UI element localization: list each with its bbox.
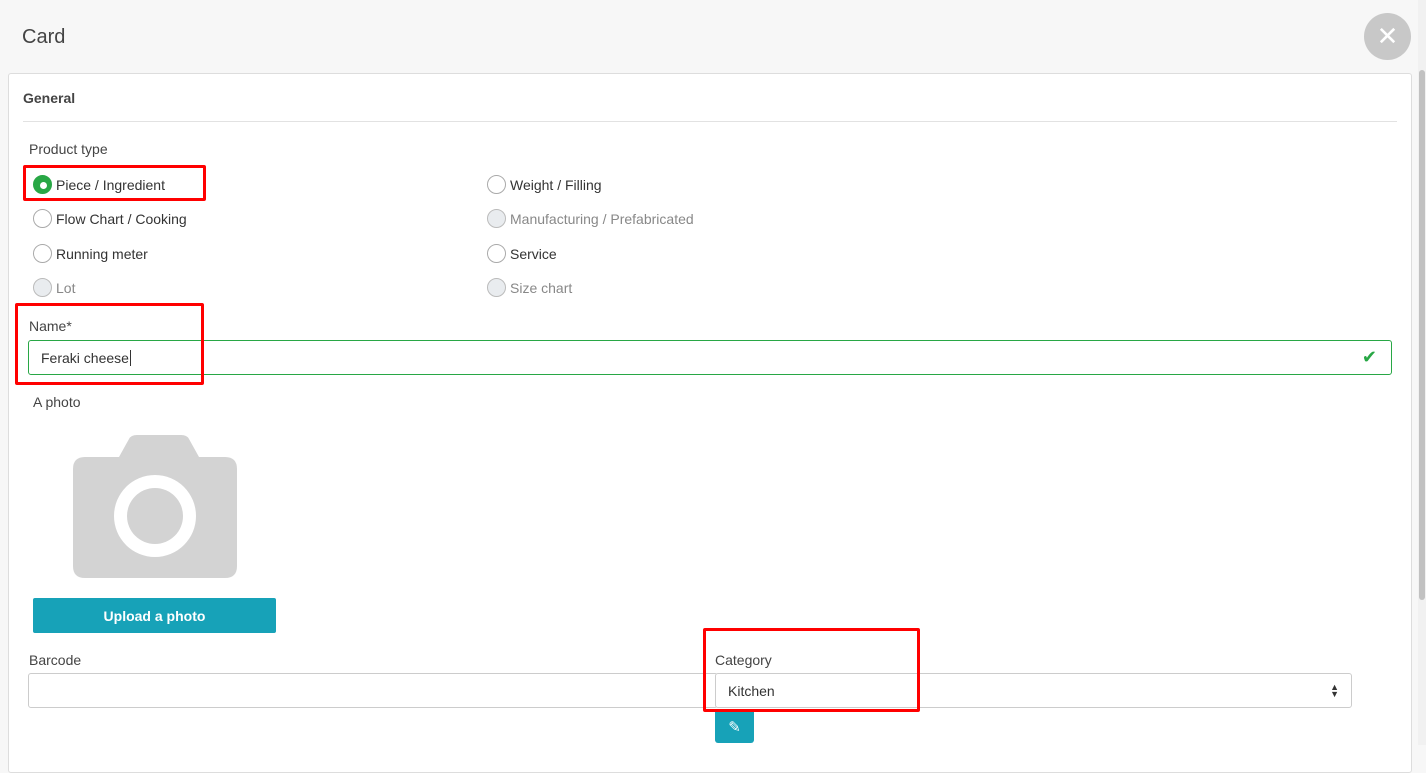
highlight-box [15, 303, 204, 385]
check-icon: ✔ [1361, 347, 1377, 367]
radio-running-meter[interactable]: Running meter [33, 244, 148, 263]
product-type-label: Product type [29, 141, 108, 157]
radio-circle [33, 244, 52, 263]
radio-flow-chart-cooking[interactable]: Flow Chart / Cooking [33, 209, 187, 228]
radio-label: Service [510, 245, 557, 262]
radio-label: Flow Chart / Cooking [56, 210, 187, 227]
radio-label: Manufacturing / Prefabricated [510, 210, 694, 227]
radio-label: Running meter [56, 245, 148, 262]
radio-circle [33, 278, 52, 297]
radio-circle [487, 278, 506, 297]
radio-circle [33, 209, 52, 228]
radio-label: Lot [56, 279, 76, 296]
radio-circle [487, 244, 506, 263]
barcode-input[interactable] [28, 673, 718, 708]
scrollbar-thumb[interactable] [1419, 70, 1425, 600]
select-arrows-icon: ▲ ▼ [1330, 681, 1339, 699]
close-button[interactable]: ✕ [1364, 13, 1411, 60]
barcode-label: Barcode [29, 652, 82, 668]
divider [23, 121, 1397, 122]
pencil-icon: ✎ [728, 719, 741, 736]
radio-circle [487, 175, 506, 194]
radio-lot: Lot [33, 278, 75, 297]
radio-size-chart: Size chart [487, 278, 572, 297]
name-input[interactable]: Feraki cheese ✔ [28, 340, 1392, 375]
upload-photo-button[interactable]: Upload a photo [33, 598, 276, 633]
highlight-box [23, 165, 206, 201]
section-title: General [23, 90, 76, 106]
radio-manufacturing-prefabricated: Manufacturing / Prefabricated [487, 209, 694, 228]
radio-service[interactable]: Service [487, 244, 557, 263]
edit-category-button[interactable]: ✎ [715, 711, 754, 743]
close-icon: ✕ [1376, 21, 1399, 51]
photo-label: A photo [33, 394, 81, 410]
highlight-box [703, 628, 920, 712]
radio-label: Weight / Filling [510, 176, 602, 193]
dialog-title: Card [22, 26, 66, 48]
radio-circle [487, 209, 506, 228]
radio-label: Size chart [510, 279, 573, 296]
camera-placeholder-icon [73, 435, 237, 578]
radio-weight-filling[interactable]: Weight / Filling [487, 175, 602, 194]
